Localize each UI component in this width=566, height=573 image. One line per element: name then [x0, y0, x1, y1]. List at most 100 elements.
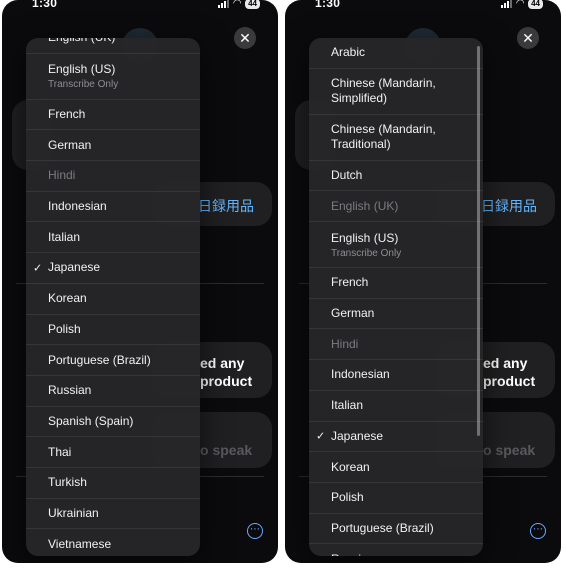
language-label: English (UK): [48, 38, 190, 45]
language-option[interactable]: ✓Chinese (Mandarin, Simplified): [309, 69, 483, 115]
language-label: Hindi: [48, 168, 76, 183]
status-time: 1:30: [32, 0, 58, 10]
language-option[interactable]: ✓Dutch: [309, 161, 483, 192]
language-option: ✓Hindi: [309, 329, 483, 361]
language-option[interactable]: ✓Spanish (Spain): [26, 407, 200, 438]
language-menu[interactable]: ✓English (UK) ✓ English (US) Transcribe Onl…: [26, 38, 200, 556]
language-label: Japanese: [331, 428, 384, 443]
language-label: Portuguese (Brazil): [331, 520, 434, 535]
language-option[interactable]: ✓English (UK): [26, 38, 200, 54]
language-label: Chinese (Mandarin, Traditional): [331, 122, 436, 152]
wifi-icon: ◠: [233, 0, 242, 9]
message-line-1: ed any: [483, 355, 528, 371]
phone-screen-right: ✕ 日録用品 ed any product o speak ⋯ 1:30 ◠ 4…: [285, 0, 561, 563]
language-label: French: [48, 107, 86, 122]
language-option[interactable]: ✓Italian: [26, 222, 200, 254]
signal-icon: [501, 0, 513, 8]
language-sublabel: Transcribe Only: [48, 79, 119, 91]
hint-text: o speak: [200, 442, 253, 458]
language-label: French: [331, 275, 369, 290]
language-sublabel: Transcribe Only: [331, 247, 402, 259]
scroll-indicator[interactable]: [477, 46, 480, 436]
language-label: Turkish: [48, 475, 87, 490]
message-line-2: product: [483, 373, 536, 389]
checkmark-icon: ✓: [316, 430, 326, 443]
more-button[interactable]: ⋯: [530, 523, 546, 539]
close-icon: ✕: [239, 30, 251, 46]
status-icons: ◠ 44: [501, 0, 543, 9]
language-label: German: [331, 306, 375, 321]
more-icon: ⋯: [533, 524, 543, 535]
language-option[interactable]: ✓Russian: [309, 544, 483, 556]
language-option[interactable]: ✓Korean: [309, 452, 483, 483]
status-bar: 1:30 ◠ 44: [2, 0, 278, 16]
language-option: ✓English (UK): [309, 191, 483, 223]
language-label: Polish: [48, 321, 81, 336]
language-option[interactable]: ✓Italian: [309, 391, 483, 422]
language-option[interactable]: ✓Portuguese (Brazil): [309, 514, 483, 545]
language-label: English (US): [331, 230, 399, 245]
language-option[interactable]: ✓ Japanese: [309, 422, 483, 453]
battery-icon: 44: [528, 0, 543, 9]
language-option[interactable]: ✓Turkish: [26, 468, 200, 499]
language-option[interactable]: ✓Polish: [26, 315, 200, 346]
language-menu[interactable]: ✓Arabic✓Chinese (Mandarin, Simplified)✓C…: [309, 38, 483, 556]
checkmark-icon: ✓: [33, 262, 43, 275]
language-option[interactable]: ✓Chinese (Mandarin, Traditional): [309, 115, 483, 161]
more-icon: ⋯: [250, 524, 260, 535]
language-option[interactable]: ✓Russian: [26, 376, 200, 407]
language-label: English (UK): [331, 198, 399, 213]
language-list: ✓English (UK) ✓ English (US) Transcribe Onl…: [26, 38, 200, 556]
language-option[interactable]: ✓Korean: [26, 284, 200, 315]
close-icon: ✕: [522, 30, 534, 46]
language-label: Korean: [48, 291, 87, 306]
wifi-icon: ◠: [516, 0, 525, 9]
language-label: Italian: [331, 398, 364, 413]
language-label: Hindi: [331, 336, 359, 351]
language-option[interactable]: ✓German: [26, 130, 200, 162]
language-option[interactable]: ✓English (US)Transcribe Only: [309, 222, 483, 269]
language-list: ✓Arabic✓Chinese (Mandarin, Simplified)✓C…: [309, 38, 483, 556]
more-button[interactable]: ⋯: [247, 523, 263, 539]
close-button[interactable]: ✕: [234, 27, 256, 49]
close-button[interactable]: ✕: [517, 27, 539, 49]
language-label: German: [48, 137, 92, 152]
language-label: Arabic: [331, 45, 366, 60]
language-option[interactable]: ✓Portuguese (Brazil): [26, 345, 200, 376]
language-label: Vietnamese: [48, 536, 112, 551]
language-option[interactable]: ✓Indonesian: [309, 360, 483, 391]
language-option[interactable]: ✓Thai: [26, 437, 200, 468]
language-option[interactable]: ✓ Japanese: [26, 253, 200, 284]
language-label: Russian: [48, 383, 92, 398]
translated-text: 日録用品: [481, 198, 537, 214]
language-option[interactable]: ✓German: [309, 299, 483, 330]
status-bar: 1:30 ◠ 44: [285, 0, 561, 16]
status-icons: ◠ 44: [218, 0, 260, 9]
message-line-2: product: [200, 373, 253, 389]
phone-screen-left: ✕ 日録用品 ed any product o speak ⋯ 1:30 ◠ 4…: [2, 0, 278, 563]
hint-text: o speak: [483, 442, 536, 458]
language-option[interactable]: ✓French: [26, 100, 200, 131]
language-label: Chinese (Mandarin, Simplified): [331, 76, 436, 106]
battery-icon: 44: [245, 0, 260, 9]
language-option[interactable]: ✓French: [309, 268, 483, 299]
translated-text: 日録用品: [198, 198, 254, 214]
message-line-1: ed any: [200, 355, 245, 371]
language-label: Italian: [48, 229, 81, 244]
language-label: Korean: [331, 459, 370, 474]
language-label: Japanese: [48, 260, 101, 275]
language-label: Indonesian: [331, 367, 390, 382]
language-option[interactable]: ✓Arabic: [309, 38, 483, 69]
language-option[interactable]: ✓English (US)Transcribe Only: [26, 54, 200, 100]
language-label: Dutch: [331, 168, 363, 183]
language-option[interactable]: ✓Polish: [309, 483, 483, 514]
language-option: ✓Hindi: [26, 161, 200, 192]
signal-icon: [218, 0, 230, 8]
language-label: Ukrainian: [48, 505, 99, 520]
language-option[interactable]: ✓Indonesian: [26, 192, 200, 223]
language-label: Indonesian: [48, 199, 107, 214]
language-option[interactable]: ✓Ukrainian: [26, 499, 200, 530]
language-label: Polish: [331, 490, 364, 505]
language-option[interactable]: ✓Vietnamese: [26, 529, 200, 556]
status-time: 1:30: [315, 0, 341, 10]
